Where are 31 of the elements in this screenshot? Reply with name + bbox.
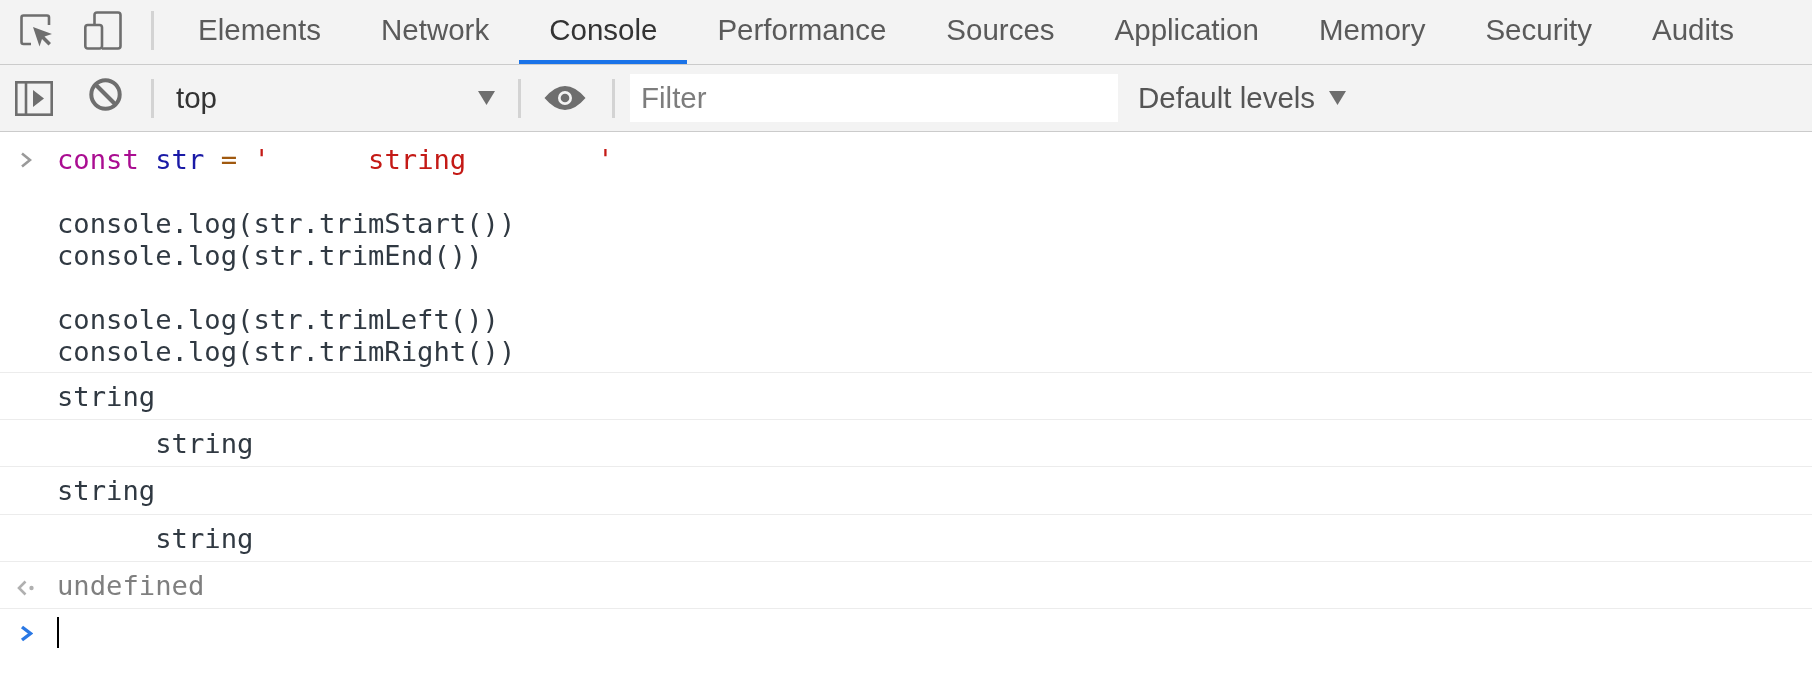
tab[interactable]: Application — [1084, 0, 1289, 64]
tab[interactable]: Performance — [687, 0, 917, 64]
code-line: const str = ' string ' — [57, 144, 615, 176]
code-line: console.log(str.trimRight()) — [57, 336, 517, 368]
eye-icon[interactable] — [544, 86, 586, 110]
cursor-select-icon[interactable] — [20, 14, 53, 47]
block-icon[interactable] — [89, 78, 122, 111]
log-message: string — [57, 475, 157, 508]
levels-dropdown[interactable]: Default levels — [1128, 74, 1357, 122]
tab[interactable]: Network — [351, 0, 520, 64]
device-icon[interactable] — [84, 11, 122, 50]
return-arrow-icon — [17, 579, 34, 596]
log-message: string — [57, 381, 157, 413]
tab[interactable]: Audits — [1622, 0, 1764, 64]
code-line: console.log(str.trimLeft()) — [57, 304, 500, 336]
log-message: string — [154, 428, 255, 461]
tab[interactable]: Memory — [1288, 0, 1456, 64]
result-value: undefined — [57, 569, 206, 602]
context-dropdown[interactable]: top — [166, 74, 505, 122]
tab[interactable]: Security — [1455, 0, 1622, 64]
caret-icon — [1329, 91, 1347, 105]
tab[interactable]: Elements — [168, 0, 351, 64]
log-message: string — [154, 522, 255, 555]
caret-icon — [478, 91, 495, 105]
code-line: console.log(str.trimEnd()) — [57, 240, 484, 272]
filter-field[interactable]: Filter — [630, 74, 1118, 122]
code-line: console.log(str.trimStart()) — [57, 208, 517, 240]
sidebar-toggle-icon[interactable] — [15, 80, 53, 116]
tab[interactable]: Sources — [916, 0, 1085, 64]
chevron-icon — [20, 152, 32, 168]
chevron-icon — [20, 624, 33, 642]
